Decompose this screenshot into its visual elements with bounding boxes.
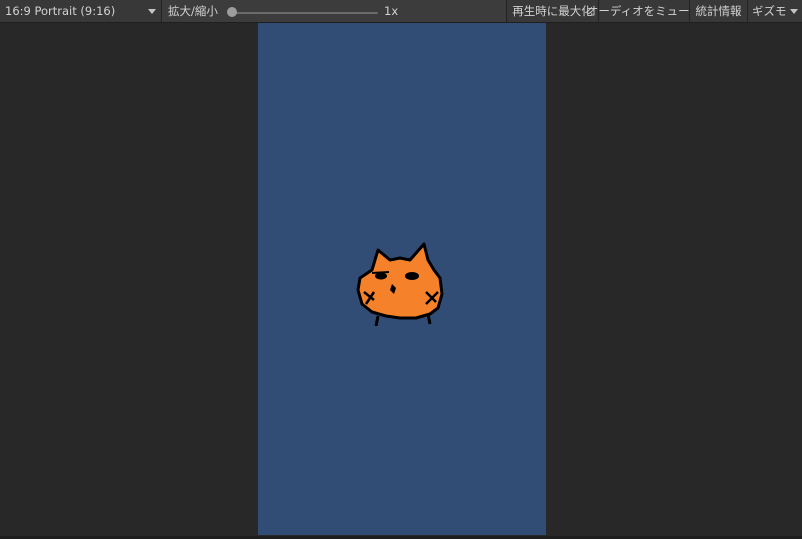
gizmos-dropdown[interactable]: ギズモ — [747, 0, 802, 22]
chevron-down-icon — [790, 9, 798, 14]
maximize-on-play-label: 再生時に最大化 — [512, 4, 593, 18]
game-view-toolbar: 16:9 Portrait (9:16) 拡大/縮小 1x 再生時に最大化 オー… — [0, 0, 802, 23]
mute-audio-toggle[interactable]: オーディオをミュート — [587, 0, 701, 22]
chevron-down-icon — [148, 9, 156, 14]
game-canvas[interactable] — [258, 23, 546, 535]
game-view-area — [0, 23, 802, 539]
stats-label: 統計情報 — [695, 4, 742, 18]
maximize-on-play-toggle[interactable]: 再生時に最大化 — [506, 0, 598, 22]
scale-label: 拡大/縮小 — [168, 0, 218, 22]
gizmos-label: ギズモ — [752, 4, 787, 18]
scale-slider-thumb[interactable] — [227, 7, 237, 17]
scale-value-text: 1x — [384, 4, 399, 18]
game-view-window: 16:9 Portrait (9:16) 拡大/縮小 1x 再生時に最大化 オー… — [0, 0, 802, 539]
orange-cat-sprite — [356, 242, 444, 326]
mute-audio-label: オーディオをミュート — [586, 4, 702, 18]
scale-value: 1x — [384, 0, 398, 22]
aspect-ratio-dropdown[interactable]: 16:9 Portrait (9:16) — [0, 0, 162, 22]
scale-label-text: 拡大/縮小 — [168, 4, 218, 18]
aspect-ratio-label: 16:9 Portrait (9:16) — [5, 4, 116, 18]
scale-slider-track[interactable] — [232, 12, 378, 14]
stats-toggle[interactable]: 統計情報 — [689, 0, 747, 22]
